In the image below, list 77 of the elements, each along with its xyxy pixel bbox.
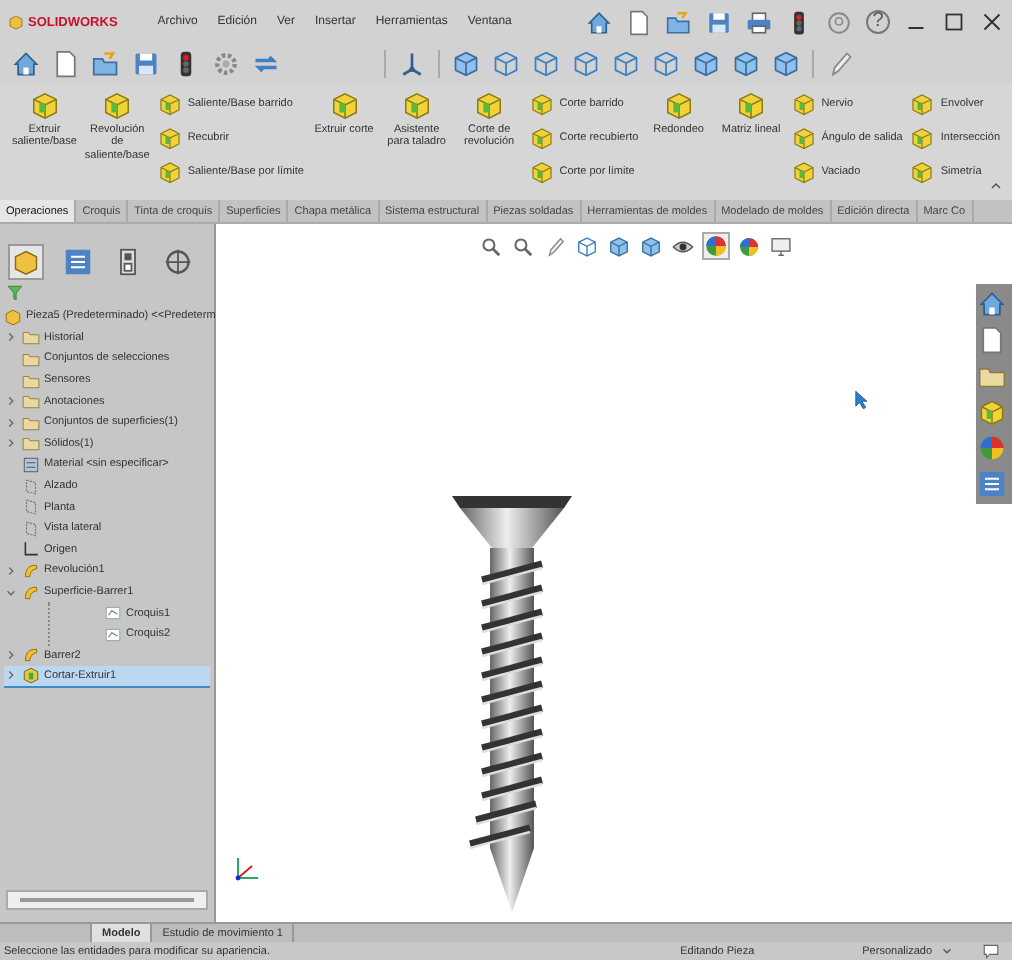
cube-icon[interactable] (608, 235, 630, 257)
origin-icon (22, 540, 40, 559)
cube-icon[interactable] (732, 50, 760, 78)
configuration-icon[interactable] (114, 248, 142, 276)
open-icon[interactable] (92, 50, 120, 78)
block-icon (157, 126, 182, 150)
scrollbar[interactable] (6, 890, 208, 910)
pen-icon[interactable] (544, 235, 566, 257)
save-icon[interactable] (706, 9, 732, 35)
collapse-icon[interactable] (988, 178, 1004, 194)
zoom-icon[interactable] (512, 235, 534, 257)
zoom-icon[interactable] (480, 235, 502, 257)
user-icon[interactable] (826, 9, 852, 35)
cube-icon[interactable] (452, 50, 480, 78)
gear-icon[interactable] (212, 50, 240, 78)
block-icon (910, 92, 935, 116)
appearance-icon[interactable] (704, 234, 728, 258)
logo-icon (8, 14, 24, 30)
triad-icon[interactable] (398, 50, 426, 78)
close-icon[interactable] (980, 10, 1004, 34)
block-icon (736, 90, 767, 120)
maximize-icon[interactable] (942, 10, 966, 34)
wireframe-cube-icon[interactable] (492, 50, 520, 78)
block-icon (157, 160, 182, 184)
crosshair-icon[interactable] (164, 248, 192, 276)
wireframe-cube-icon[interactable] (612, 50, 640, 78)
block-icon (529, 126, 554, 150)
block-icon (910, 160, 935, 184)
print-icon[interactable] (746, 9, 772, 35)
material-icon (22, 455, 40, 474)
wireframe-cube-icon[interactable] (572, 50, 600, 78)
caret-icon (940, 944, 954, 958)
arrows-icon[interactable] (252, 50, 280, 78)
monitor-icon[interactable] (770, 235, 792, 257)
wireframe-cube-icon[interactable] (652, 50, 680, 78)
block-icon (791, 126, 816, 150)
cube-icon[interactable] (640, 235, 662, 257)
block-icon (29, 90, 60, 120)
filter-icon[interactable] (6, 284, 24, 302)
block-icon (791, 92, 816, 116)
help-button[interactable]: ? (866, 10, 890, 34)
part-icon[interactable] (12, 248, 40, 276)
block-icon (329, 90, 360, 120)
pointer-icon (852, 390, 872, 410)
sketch-icon (104, 604, 122, 623)
block-icon (910, 126, 935, 150)
block-icon (474, 90, 505, 120)
pen-icon[interactable] (826, 50, 854, 78)
new-document-icon[interactable] (626, 9, 652, 35)
new-document-icon[interactable] (52, 50, 80, 78)
scene-icon[interactable] (738, 235, 760, 257)
cube-icon[interactable] (692, 50, 720, 78)
wireframe-cube-icon[interactable] (532, 50, 560, 78)
block-icon (401, 90, 432, 120)
home-icon[interactable] (12, 50, 40, 78)
home-icon[interactable] (586, 9, 612, 35)
part-icon (4, 307, 22, 326)
block-icon (22, 666, 40, 685)
section-view-icon[interactable] (576, 235, 598, 257)
home-icon[interactable] (978, 290, 1006, 318)
chat-icon[interactable] (982, 942, 1000, 960)
open-icon[interactable] (666, 9, 692, 35)
block-icon (157, 92, 182, 116)
sketch-icon (104, 625, 122, 644)
block-icon (529, 92, 554, 116)
appearance-icon[interactable] (978, 434, 1006, 462)
save-icon[interactable] (132, 50, 160, 78)
axis-triad-icon (235, 857, 259, 881)
property-list-icon[interactable] (978, 470, 1006, 498)
feature-icon (22, 646, 40, 665)
property-list-icon[interactable] (64, 248, 92, 276)
block-icon (663, 90, 694, 120)
folder-icon[interactable] (978, 362, 1006, 390)
block-icon (102, 90, 133, 120)
block-icon (791, 160, 816, 184)
cube-icon[interactable] (772, 50, 800, 78)
block-icon (529, 160, 554, 184)
